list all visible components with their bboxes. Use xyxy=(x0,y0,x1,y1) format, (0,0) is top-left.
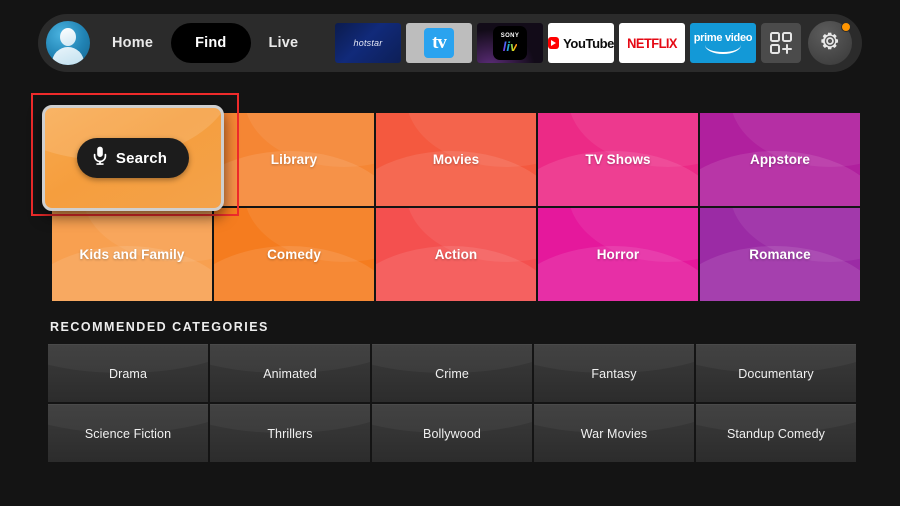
nav-item-home[interactable]: Home xyxy=(94,26,171,60)
category-war-movies[interactable]: War Movies xyxy=(534,404,694,462)
category-thrillers[interactable]: Thrillers xyxy=(210,404,370,462)
app-liv-label: liv xyxy=(502,39,518,54)
amazon-smile-icon xyxy=(705,45,741,54)
category-fantasy[interactable]: Fantasy xyxy=(534,344,694,402)
tile-label: TV Shows xyxy=(585,152,651,167)
tile-row-2: Kids and Family Comedy Action Horror Rom… xyxy=(52,208,860,301)
app-hotstar-label: hotstar xyxy=(353,38,383,48)
app-hotstar[interactable]: hotstar xyxy=(335,23,401,63)
tile-label: Horror xyxy=(596,247,640,262)
gear-icon xyxy=(818,29,842,58)
category-documentary[interactable]: Documentary xyxy=(696,344,856,402)
category-science-fiction[interactable]: Science Fiction xyxy=(48,404,208,462)
category-bollywood[interactable]: Bollywood xyxy=(372,404,532,462)
profile-avatar[interactable] xyxy=(46,21,90,65)
search-label: Search xyxy=(115,149,168,167)
app-prime-video[interactable]: prime video xyxy=(690,23,756,63)
tile-label: Movies xyxy=(432,152,480,167)
category-standup-comedy[interactable]: Standup Comedy xyxy=(696,404,856,462)
tile-tv-shows[interactable]: TV Shows xyxy=(538,113,698,206)
app-apple-tv[interactable]: tv xyxy=(406,23,472,63)
tile-movies[interactable]: Movies xyxy=(376,113,536,206)
tile-label: Appstore xyxy=(749,152,811,167)
app-netflix-label: NETFLIX xyxy=(627,35,677,51)
tile-label: Action xyxy=(434,247,478,262)
recommended-categories-grid: Drama Animated Crime Fantasy Documentary xyxy=(48,344,856,462)
app-sony-liv[interactable]: SONY liv xyxy=(477,23,543,63)
youtube-play-icon xyxy=(548,37,560,49)
category-animated[interactable]: Animated xyxy=(210,344,370,402)
settings-button[interactable] xyxy=(808,21,852,65)
tile-library[interactable]: Library xyxy=(214,113,374,206)
nav-item-live[interactable]: Live xyxy=(251,26,317,60)
category-label: Bollywood xyxy=(423,426,481,441)
microphone-icon xyxy=(93,146,107,170)
app-shortcuts: hotstar tv SONY liv YouTube NETFLIX prim… xyxy=(335,21,852,65)
category-label: Crime xyxy=(435,366,469,381)
tile-label: Romance xyxy=(749,247,811,262)
search-tile[interactable]: Search xyxy=(42,105,224,211)
category-row-1: Drama Animated Crime Fantasy Documentary xyxy=(48,344,856,402)
app-prime-video-label: prime video xyxy=(693,31,753,44)
category-label: Animated xyxy=(263,366,317,381)
tile-kids-and-family[interactable]: Kids and Family xyxy=(52,208,212,301)
tv-find-screen: Home Find Live hotstar tv SONY liv YouTu… xyxy=(0,0,900,506)
category-label: Standup Comedy xyxy=(727,426,825,441)
category-label: Drama xyxy=(108,366,147,381)
category-label: Documentary xyxy=(738,366,814,381)
category-crime[interactable]: Crime xyxy=(372,344,532,402)
category-row-2: Science Fiction Thrillers Bollywood War … xyxy=(48,404,856,462)
tile-appstore[interactable]: Appstore xyxy=(700,113,860,206)
tile-romance[interactable]: Romance xyxy=(700,208,860,301)
add-app-button[interactable] xyxy=(761,23,801,63)
tile-comedy[interactable]: Comedy xyxy=(214,208,374,301)
category-label: Science Fiction xyxy=(84,426,172,441)
recommended-categories-heading: RECOMMENDED CATEGORIES xyxy=(50,320,269,334)
category-label: War Movies xyxy=(580,426,648,441)
avatar-head-icon xyxy=(60,28,76,46)
app-youtube[interactable]: YouTube xyxy=(548,23,614,63)
tile-label: Kids and Family xyxy=(79,247,185,262)
tile-label: Library xyxy=(270,152,318,167)
search-button[interactable]: Search xyxy=(76,138,190,178)
nav-item-find[interactable]: Find xyxy=(171,23,251,63)
apps-grid-plus-icon xyxy=(769,31,793,55)
category-drama[interactable]: Drama xyxy=(48,344,208,402)
category-label: Fantasy xyxy=(591,366,637,381)
notification-dot xyxy=(841,22,851,32)
app-sony-liv-logo: SONY liv xyxy=(493,26,527,60)
app-netflix[interactable]: NETFLIX xyxy=(619,23,685,63)
avatar-body-icon xyxy=(52,47,84,65)
tile-horror[interactable]: Horror xyxy=(538,208,698,301)
app-youtube-label: YouTube xyxy=(563,35,614,51)
tile-action[interactable]: Action xyxy=(376,208,536,301)
top-navigation-bar: Home Find Live hotstar tv SONY liv YouTu… xyxy=(38,14,862,72)
category-label: Thrillers xyxy=(267,426,313,441)
app-apple-tv-label: tv xyxy=(424,28,454,58)
tile-label: Comedy xyxy=(267,247,321,262)
